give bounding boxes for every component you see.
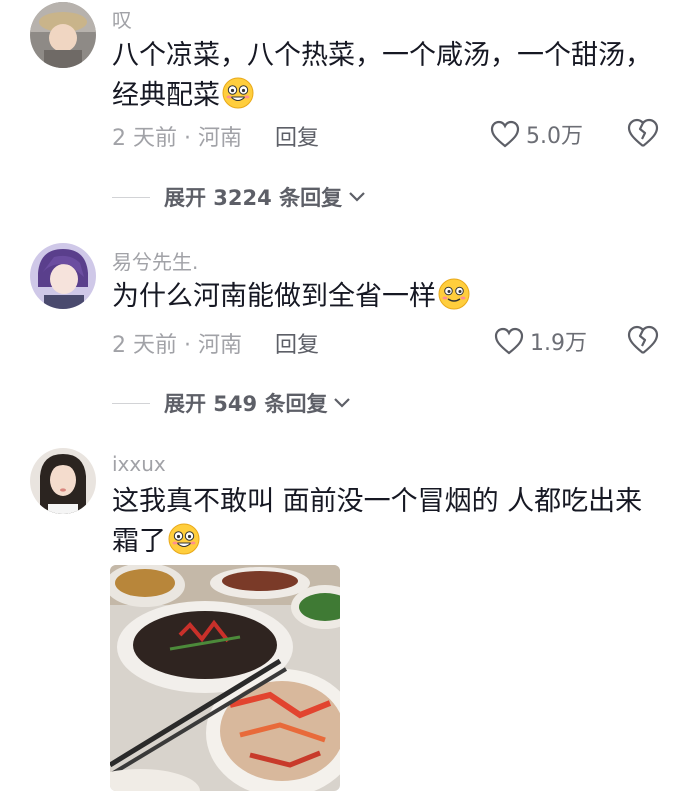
divider <box>112 402 150 404</box>
time-location: 2 天前 · 河南 <box>112 333 242 358</box>
time-location: 2 天前 · 河南 <box>112 126 242 151</box>
comment-text: 为什么河南能做到全省一样 <box>112 277 657 317</box>
like-button[interactable]: 1.9万 <box>494 325 587 357</box>
comment-text: 这我真不敢叫 面前没一个冒烟的 人都吃出来霜了 <box>112 486 643 557</box>
expand-replies-label: 展开 549 条回复 <box>164 392 328 416</box>
broken-heart-icon[interactable] <box>627 325 659 355</box>
smile-emoji-icon <box>438 278 470 310</box>
expand-replies-button[interactable]: 展开 549 条回复 <box>112 388 351 418</box>
avatar[interactable] <box>30 243 96 309</box>
expand-replies-label: 展开 3224 条回复 <box>164 186 343 210</box>
username[interactable]: ixxux <box>112 452 166 476</box>
heart-icon <box>490 120 520 148</box>
comment-text: 八个凉菜，八个热菜，一个咸汤，一个甜汤，经典配菜 <box>112 40 652 111</box>
like-count: 5.0万 <box>526 124 583 149</box>
reply-button[interactable]: 回复 <box>275 120 319 152</box>
like-count: 1.9万 <box>530 331 587 356</box>
reply-button[interactable]: 回复 <box>275 327 319 359</box>
expand-replies-button[interactable]: 展开 3224 条回复 <box>112 182 366 212</box>
grin-emoji-icon <box>168 523 200 555</box>
username[interactable]: 易兮先生. <box>112 246 198 275</box>
chevron-down-icon <box>349 192 365 202</box>
divider <box>112 196 150 198</box>
username[interactable]: 叹 <box>112 4 132 33</box>
chevron-down-icon <box>334 398 351 408</box>
avatar[interactable] <box>30 448 96 514</box>
grin-emoji-icon <box>222 77 254 109</box>
like-button[interactable]: 5.0万 <box>490 118 583 150</box>
comment-photo[interactable] <box>110 565 340 791</box>
heart-icon <box>494 327 524 355</box>
avatar[interactable] <box>30 2 96 68</box>
broken-heart-icon[interactable] <box>627 118 659 148</box>
